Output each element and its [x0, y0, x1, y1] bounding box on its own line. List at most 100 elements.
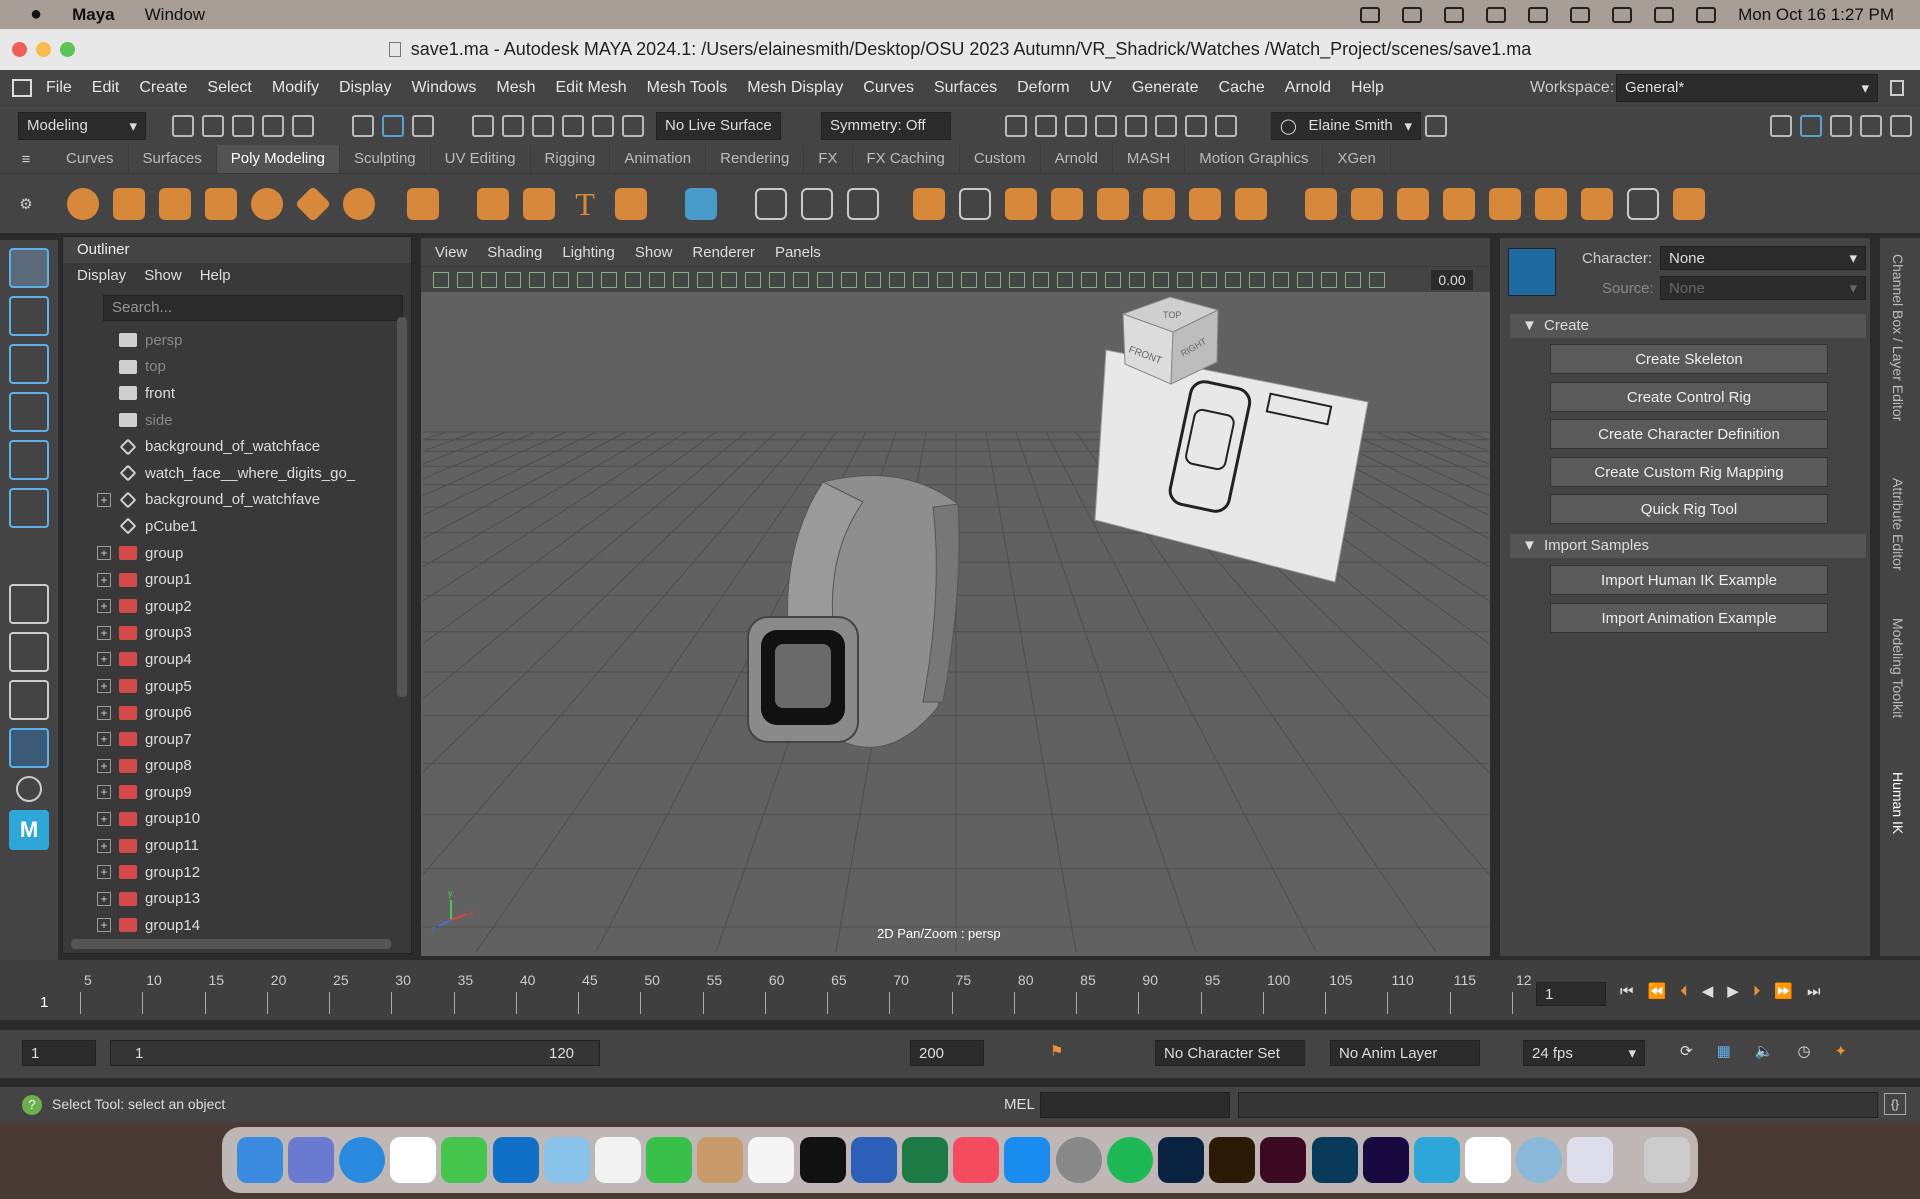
preview-icon[interactable] — [1567, 1137, 1614, 1183]
quad-draw-icon[interactable] — [1397, 187, 1429, 220]
hik-create-control-rig-button[interactable]: Create Control Rig — [1550, 381, 1828, 412]
time-slider[interactable]: 5 10 15 20 25 30 35 40 45 50 55 60 65 70 75 80 85 90 95 100… — [0, 960, 1920, 1020]
viewport-tool-icon[interactable] — [1321, 271, 1337, 288]
outliner-item[interactable]: + group13 — [63, 885, 411, 912]
range-bar[interactable]: 1 120 — [110, 1040, 600, 1066]
viewport-tool-icon[interactable] — [1297, 271, 1313, 288]
sound-icon[interactable]: 🔈 — [1755, 1042, 1774, 1060]
boolean-icon[interactable] — [913, 187, 945, 220]
outliner-item[interactable]: + group8 — [63, 753, 411, 780]
expand-icon[interactable]: + — [97, 599, 111, 614]
shelf-tab-rigging[interactable]: Rigging — [531, 145, 611, 173]
shelf-tab-animation[interactable]: Animation — [610, 145, 707, 173]
outliner-item[interactable]: top — [63, 354, 411, 381]
shelf-tab-xgen[interactable]: XGen — [1323, 145, 1391, 173]
battery-icon[interactable] — [1570, 6, 1591, 23]
fps-select[interactable]: 24 fps ▾ — [1523, 1040, 1645, 1066]
shelf-tab-surfaces[interactable]: Surfaces — [129, 145, 217, 173]
word-icon[interactable] — [850, 1137, 897, 1183]
light-editor-icon[interactable] — [1185, 114, 1207, 137]
shelf-tab-rendering[interactable]: Rendering — [706, 145, 805, 173]
paint-select-icon[interactable] — [9, 344, 49, 384]
hik-quick-rig-tool-button[interactable]: Quick Rig Tool — [1550, 494, 1828, 524]
viewport-tool-icon[interactable] — [1273, 271, 1289, 288]
tab-modeling-toolkit[interactable]: Modeling Toolkit — [1890, 618, 1906, 718]
connect-icon[interactable] — [1351, 187, 1383, 220]
current-frame-field[interactable]: 1 — [1536, 982, 1606, 1006]
menu-edit-mesh[interactable]: Edit Mesh — [555, 79, 626, 97]
menu-mesh-display[interactable]: Mesh Display — [747, 79, 843, 97]
shelf-menu-icon[interactable]: ≡ — [0, 151, 52, 168]
shelf-tab-motion-graphics[interactable]: Motion Graphics — [1185, 145, 1324, 173]
reminders-icon[interactable] — [748, 1137, 795, 1183]
launchpad-icon[interactable] — [287, 1137, 334, 1183]
viewport-tool-icon[interactable] — [1057, 271, 1073, 288]
four-view-icon[interactable] — [9, 632, 49, 672]
viewport-tool-icon[interactable] — [1369, 271, 1385, 288]
select-tool-icon[interactable] — [9, 248, 49, 288]
expand-icon[interactable]: + — [97, 652, 111, 667]
close-button[interactable] — [12, 42, 27, 57]
viewport-tool-icon[interactable] — [1249, 271, 1265, 288]
snap-projected-icon[interactable] — [562, 114, 584, 137]
offset-edge-icon[interactable] — [1489, 187, 1521, 220]
expand-icon[interactable]: + — [97, 705, 111, 720]
search-help-icon[interactable] — [1425, 114, 1447, 137]
human-ik-icon[interactable] — [1800, 114, 1822, 137]
viewport-tool-icon[interactable] — [865, 271, 881, 288]
open-scene-icon[interactable] — [202, 114, 224, 137]
menu-select[interactable]: Select — [207, 79, 251, 97]
extrude-icon[interactable] — [1097, 187, 1129, 220]
menu-edit[interactable]: Edit — [92, 79, 120, 97]
viewport-tool-icon[interactable] — [721, 271, 737, 288]
menuset-select[interactable]: Modeling ▾ — [18, 111, 146, 140]
zoom-button[interactable] — [60, 42, 75, 57]
two-view-icon[interactable] — [9, 680, 49, 720]
create-section-header[interactable]: ▼ Create — [1510, 314, 1866, 338]
user-account[interactable]: ◯ Elaine Smith ▾ — [1271, 111, 1421, 140]
viewport-tool-icon[interactable] — [601, 271, 617, 288]
viewport-tool-icon[interactable] — [1153, 271, 1169, 288]
import-section-header[interactable]: ▼ Import Samples — [1510, 534, 1866, 558]
command-input[interactable] — [1040, 1092, 1230, 1118]
outliner-menu-help[interactable]: Help — [200, 263, 231, 289]
viewport-menu-renderer[interactable]: Renderer — [692, 244, 755, 261]
viewport-tool-icon[interactable] — [793, 271, 809, 288]
select-object-icon[interactable] — [382, 114, 404, 137]
pause-icon[interactable] — [1215, 114, 1237, 137]
hik-create-skeleton-button[interactable]: Create Skeleton — [1550, 344, 1828, 374]
render-settings-icon[interactable] — [1095, 114, 1117, 137]
platonic-solid-icon[interactable] — [407, 187, 439, 220]
shelf-tab-mash[interactable]: MASH — [1113, 145, 1186, 173]
viewport-menu-lighting[interactable]: Lighting — [562, 244, 615, 261]
target-weld-icon[interactable] — [1305, 187, 1337, 220]
human-ik-logo-icon[interactable] — [1508, 248, 1556, 296]
hik-import-animation-example-button[interactable]: Import Animation Example — [1550, 602, 1828, 633]
shelf-tab-arnold[interactable]: Arnold — [1041, 145, 1113, 173]
outliner-item[interactable]: side — [63, 407, 411, 434]
menu-surfaces[interactable]: Surfaces — [934, 79, 997, 97]
viewport-tool-icon[interactable] — [913, 271, 929, 288]
photoshop-beta-icon[interactable] — [1311, 1137, 1358, 1183]
poly-torus-icon[interactable] — [251, 187, 283, 220]
fill-hole-icon[interactable] — [1143, 187, 1175, 220]
snap-grid-icon[interactable] — [472, 114, 494, 137]
viewport-tool-icon[interactable] — [649, 271, 665, 288]
viewport-tool-icon[interactable] — [841, 271, 857, 288]
slide-edge-icon[interactable] — [1535, 187, 1567, 220]
viewport-tool-icon[interactable] — [577, 271, 593, 288]
viewport-tool-icon[interactable] — [985, 271, 1001, 288]
outliner-item[interactable]: + group5 — [63, 673, 411, 700]
expand-icon[interactable]: + — [97, 838, 111, 853]
key-mode-icon[interactable]: ▦ — [1717, 1042, 1731, 1060]
scene-view[interactable]: TOP FRONT RIGHT y x z — [423, 292, 1489, 952]
outliner-item[interactable]: background_of_watchface — [63, 433, 411, 460]
photoshop-icon[interactable] — [1157, 1137, 1204, 1183]
maps-icon[interactable] — [543, 1137, 590, 1183]
trash-icon[interactable] — [1643, 1137, 1690, 1183]
step-forward-frame-icon[interactable]: ⏵ — [1753, 983, 1761, 1000]
viewport-tool-icon[interactable] — [1345, 271, 1361, 288]
viewport-menu-shading[interactable]: Shading — [487, 244, 542, 261]
combine-icon[interactable] — [755, 187, 787, 220]
after-effects-icon[interactable] — [1362, 1137, 1409, 1183]
